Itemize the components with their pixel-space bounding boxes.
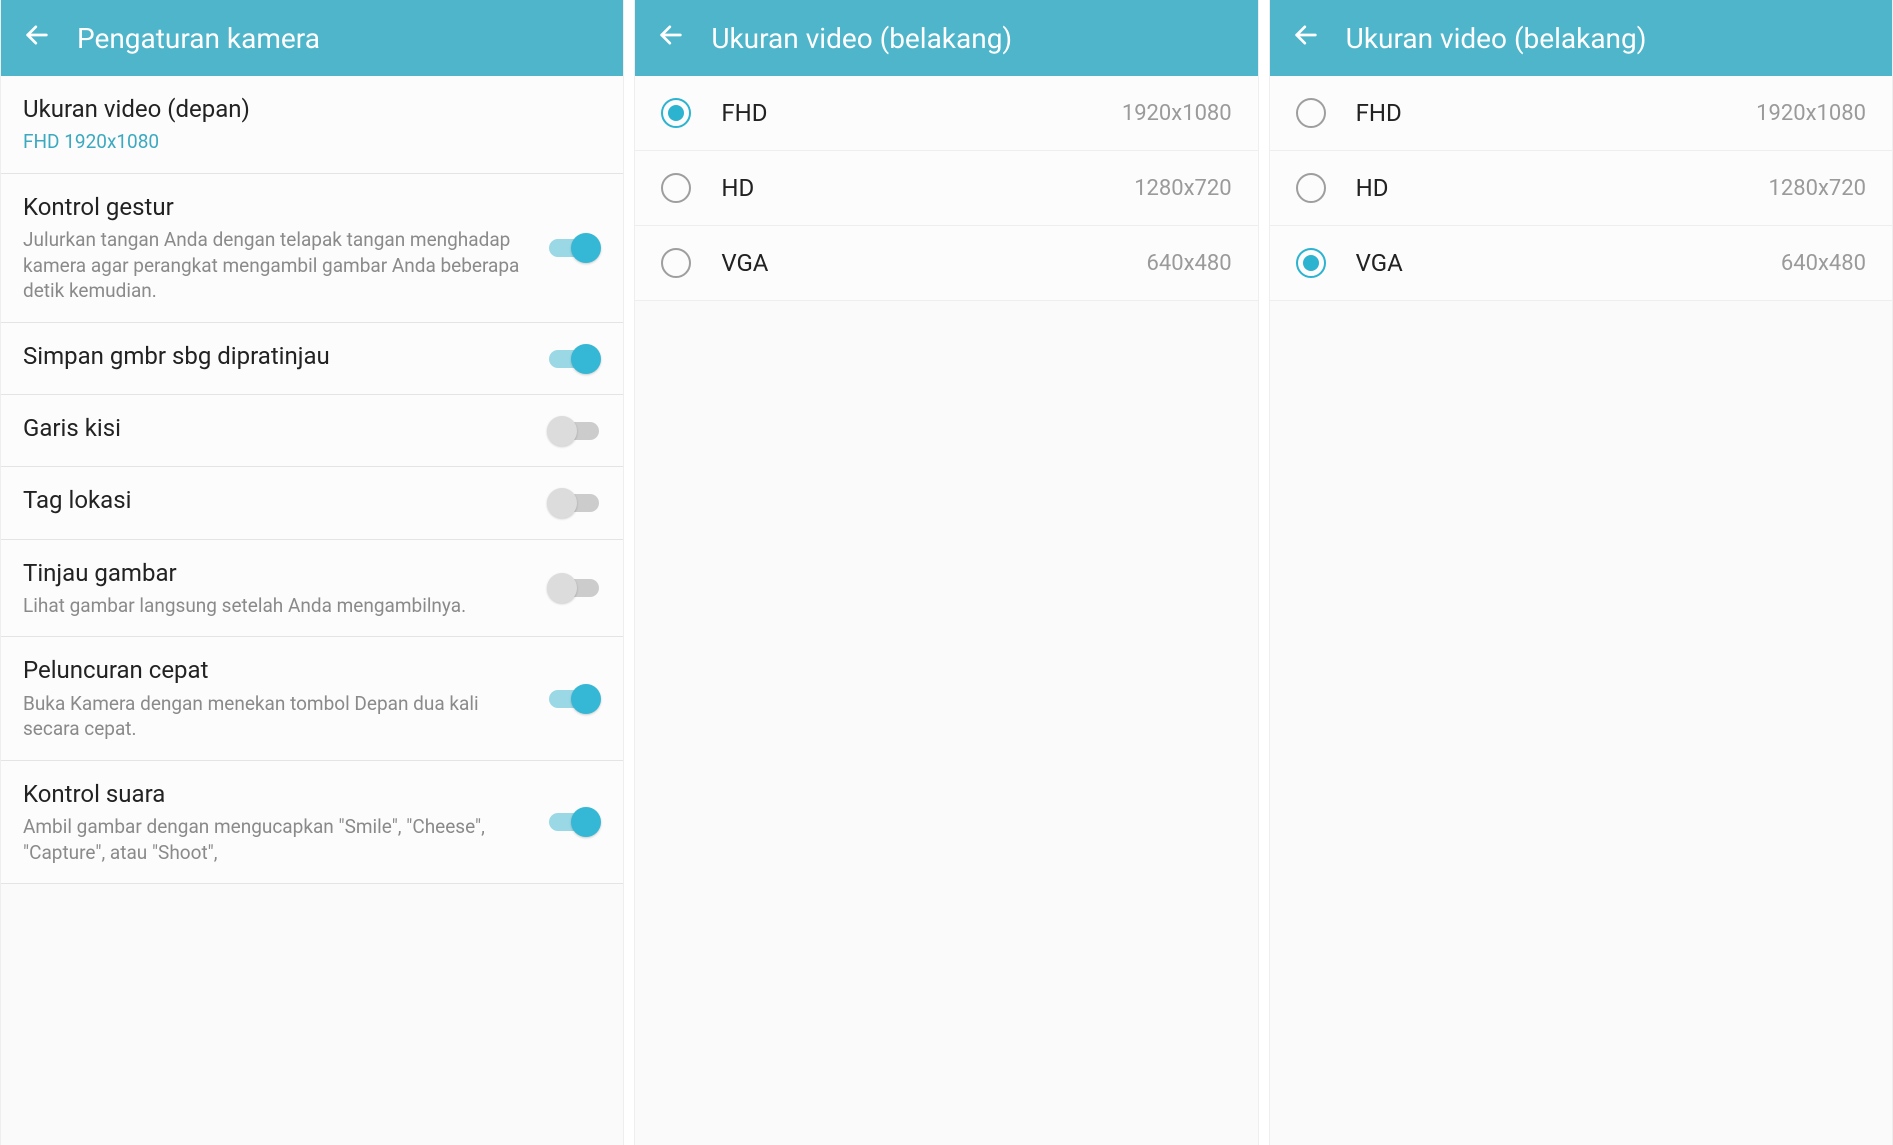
radio-resolution: 1920x1080 [1122, 101, 1232, 126]
toggle-thumb [571, 684, 601, 714]
setting-title: Garis kisi [23, 413, 527, 444]
setting-item[interactable]: Tinjau gambar Lihat gambar langsung setel… [1, 540, 623, 638]
radio-label: HD [721, 174, 1104, 202]
header-bar: Ukuran video (belakang) [1270, 0, 1892, 76]
radio-button[interactable] [1296, 248, 1326, 278]
setting-text: Peluncuran cepat Buka Kamera dengan menek… [23, 655, 527, 741]
setting-item[interactable]: Peluncuran cepat Buka Kamera dengan menek… [1, 637, 623, 760]
video-size-options: FHD 1920x1080 HD 1280x720 VGA 640x480 [1270, 76, 1892, 1145]
settings-panel: Pengaturan kamera Ukuran video (depan) FH… [0, 0, 624, 1145]
radio-label: VGA [721, 249, 1116, 277]
setting-title: Peluncuran cepat [23, 655, 527, 686]
setting-text: Garis kisi [23, 413, 527, 448]
radio-item[interactable]: VGA 640x480 [1270, 226, 1892, 301]
setting-text: Kontrol suara Ambil gambar dengan menguca… [23, 779, 527, 865]
radio-button[interactable] [661, 173, 691, 203]
back-arrow-icon [23, 21, 51, 56]
video-size-options: FHD 1920x1080 HD 1280x720 VGA 640x480 [635, 76, 1257, 1145]
header-title: Pengaturan kamera [77, 22, 320, 55]
video-size-panel: Ukuran video (belakang) FHD 1920x1080 HD 12… [634, 0, 1258, 1145]
radio-label: HD [1356, 174, 1739, 202]
setting-title: Tinjau gambar [23, 558, 527, 589]
radio-label: VGA [1356, 249, 1751, 277]
radio-resolution: 1280x720 [1134, 176, 1231, 201]
setting-title: Kontrol suara [23, 779, 527, 810]
setting-subtitle: Lihat gambar langsung setelah Anda menga… [23, 593, 527, 619]
toggle-thumb [571, 233, 601, 263]
radio-button[interactable] [1296, 173, 1326, 203]
radio-label: FHD [1356, 99, 1727, 127]
toggle-thumb [547, 488, 577, 518]
toggle-switch[interactable] [547, 573, 601, 603]
setting-text: Tinjau gambar Lihat gambar langsung setel… [23, 558, 527, 619]
toggle-thumb [571, 807, 601, 837]
back-arrow-icon [1292, 21, 1320, 56]
radio-resolution: 1920x1080 [1756, 101, 1866, 126]
setting-text: Ukuran video (depan) FHD 1920x1080 [23, 94, 601, 155]
setting-title: Ukuran video (depan) [23, 94, 601, 125]
toggle-switch[interactable] [547, 684, 601, 714]
toggle-thumb [571, 344, 601, 374]
radio-resolution: 1280x720 [1769, 176, 1866, 201]
header-title: Ukuran video (belakang) [711, 22, 1012, 55]
header-bar: Ukuran video (belakang) [635, 0, 1257, 76]
toggle-switch[interactable] [547, 807, 601, 837]
radio-button[interactable] [661, 98, 691, 128]
toggle-switch[interactable] [547, 233, 601, 263]
setting-title: Kontrol gestur [23, 192, 527, 223]
settings-list: Ukuran video (depan) FHD 1920x1080 Kontrol… [1, 76, 623, 1145]
setting-subtitle: Buka Kamera dengan menekan tombol Depan … [23, 691, 527, 742]
setting-title: Simpan gmbr sbg dipratinjau [23, 341, 527, 372]
setting-text: Tag lokasi [23, 485, 527, 520]
video-size-panel: Ukuran video (belakang) FHD 1920x1080 HD 12… [1269, 0, 1893, 1145]
setting-item[interactable]: Tag lokasi [1, 467, 623, 539]
back-arrow-icon [657, 21, 685, 56]
radio-item[interactable]: HD 1280x720 [635, 151, 1257, 226]
header-title: Ukuran video (belakang) [1346, 22, 1647, 55]
radio-label: FHD [721, 99, 1092, 127]
toggle-thumb [547, 573, 577, 603]
setting-subtitle: Julurkan tangan Anda dengan telapak tang… [23, 227, 527, 304]
back-button[interactable] [653, 20, 689, 56]
radio-item[interactable]: FHD 1920x1080 [1270, 76, 1892, 151]
setting-item[interactable]: Kontrol suara Ambil gambar dengan menguca… [1, 761, 623, 884]
radio-button[interactable] [661, 248, 691, 278]
radio-item[interactable]: HD 1280x720 [1270, 151, 1892, 226]
setting-item[interactable]: Garis kisi [1, 395, 623, 467]
setting-subtitle: FHD 1920x1080 [23, 129, 601, 155]
toggle-switch[interactable] [547, 488, 601, 518]
setting-text: Kontrol gestur Julurkan tangan Anda denga… [23, 192, 527, 304]
header-bar: Pengaturan kamera [1, 0, 623, 76]
back-button[interactable] [19, 20, 55, 56]
radio-item[interactable]: VGA 640x480 [635, 226, 1257, 301]
setting-subtitle: Ambil gambar dengan mengucapkan "Smile",… [23, 814, 527, 865]
setting-item[interactable]: Simpan gmbr sbg dipratinjau [1, 323, 623, 395]
setting-item[interactable]: Ukuran video (depan) FHD 1920x1080 [1, 76, 623, 174]
setting-title: Tag lokasi [23, 485, 527, 516]
setting-item[interactable]: Kontrol gestur Julurkan tangan Anda denga… [1, 174, 623, 323]
radio-item[interactable]: FHD 1920x1080 [635, 76, 1257, 151]
setting-text: Simpan gmbr sbg dipratinjau [23, 341, 527, 376]
radio-button[interactable] [1296, 98, 1326, 128]
radio-resolution: 640x480 [1147, 251, 1232, 276]
radio-resolution: 640x480 [1781, 251, 1866, 276]
toggle-thumb [547, 416, 577, 446]
toggle-switch[interactable] [547, 344, 601, 374]
toggle-switch[interactable] [547, 416, 601, 446]
back-button[interactable] [1288, 20, 1324, 56]
